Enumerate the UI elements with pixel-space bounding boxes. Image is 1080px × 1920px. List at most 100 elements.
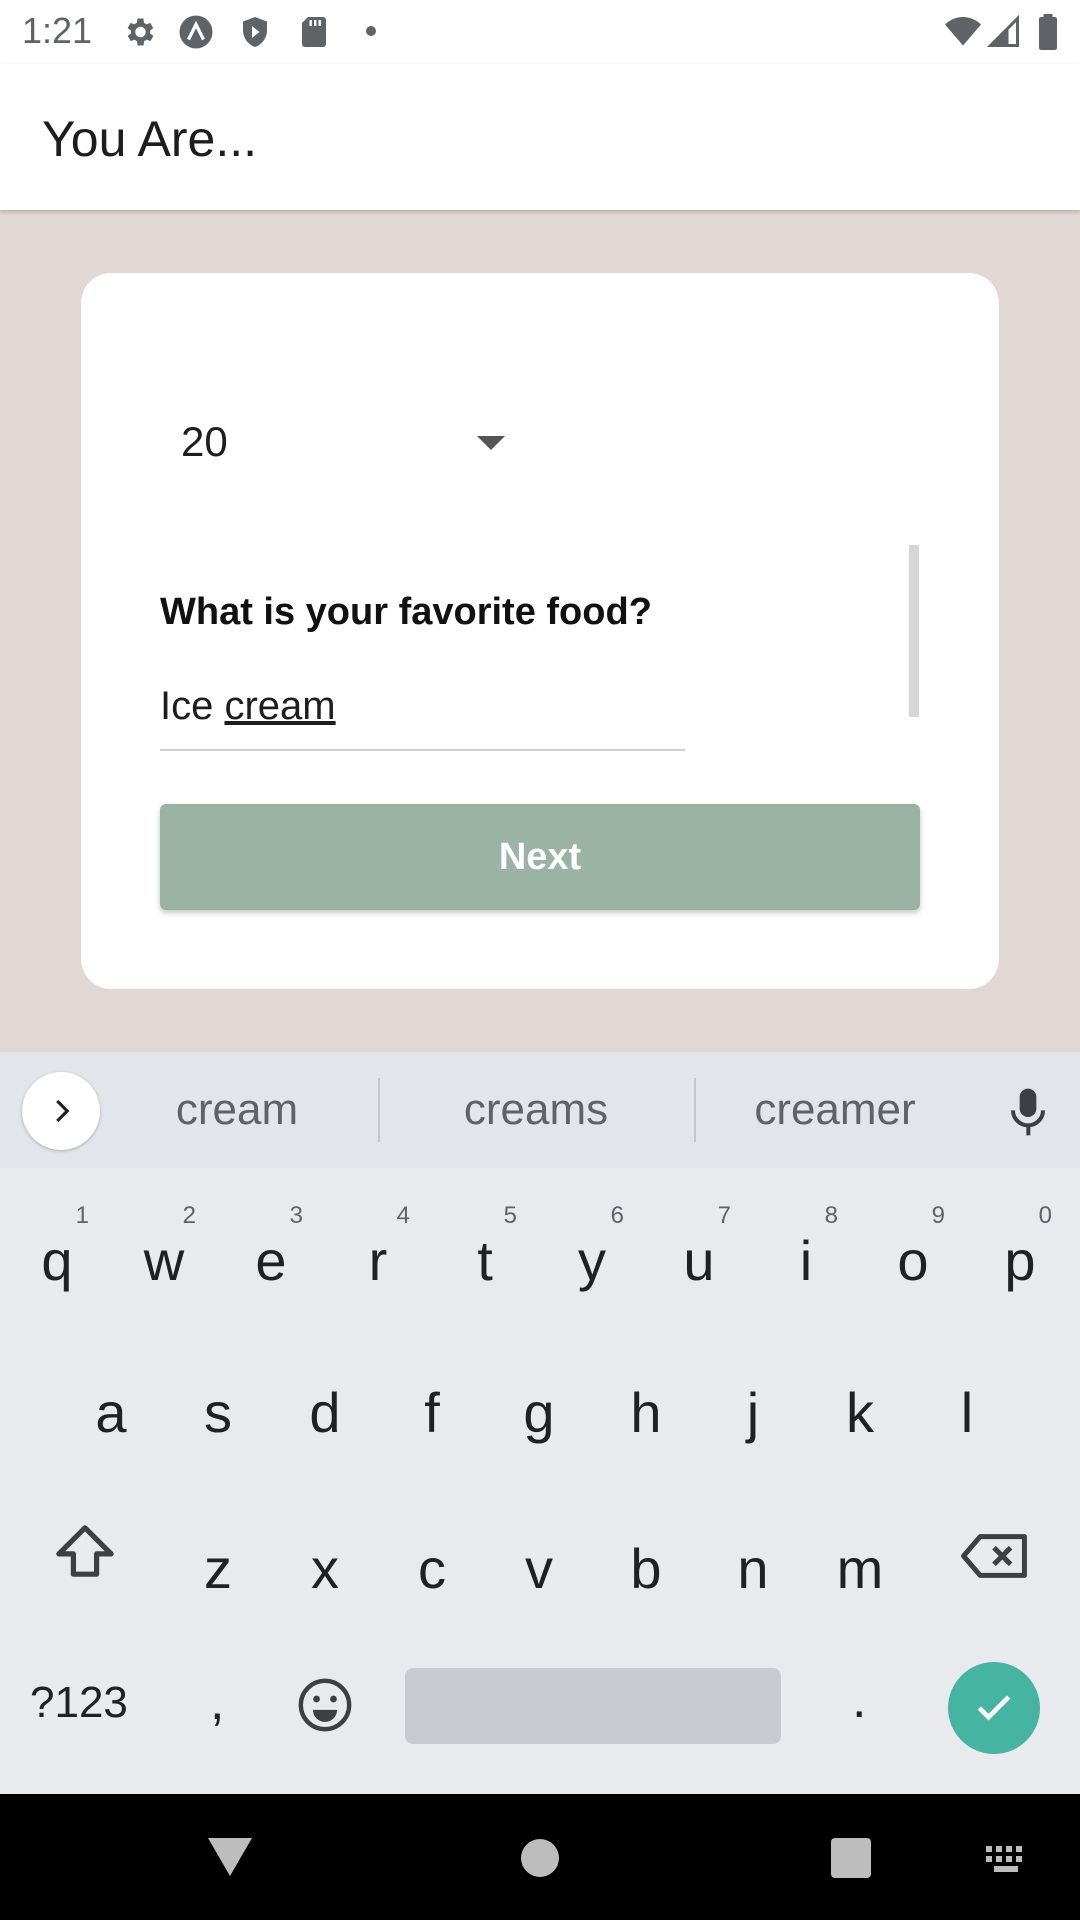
back-icon[interactable] xyxy=(208,1838,252,1876)
key-x[interactable]: x xyxy=(275,1500,375,1620)
suggestion-1[interactable]: cream xyxy=(122,1085,352,1135)
key-k[interactable]: k xyxy=(810,1344,910,1464)
key-o[interactable]: 9o xyxy=(863,1192,963,1312)
suggestion-2[interactable]: creams xyxy=(421,1085,651,1135)
key-number-hint: 0 xyxy=(1038,1202,1052,1229)
key-letter: s xyxy=(204,1381,232,1444)
question-card: 20 What is your favorite food? Ice cream… xyxy=(81,273,999,989)
comma-key[interactable]: , xyxy=(210,1672,224,1732)
mic-icon[interactable] xyxy=(1008,1086,1048,1138)
shield-play-icon xyxy=(243,17,267,47)
key-letter: i xyxy=(799,1229,813,1292)
key-letter: u xyxy=(683,1229,715,1292)
key-letter: m xyxy=(836,1537,884,1600)
favorite-food-input[interactable]: Ice cream xyxy=(160,680,685,751)
key-letter: k xyxy=(846,1381,874,1444)
key-i[interactable]: 8i xyxy=(756,1192,856,1312)
suggestion-strip: cream creams creamer xyxy=(0,1052,1080,1168)
home-icon[interactable] xyxy=(521,1839,559,1877)
key-f[interactable]: f xyxy=(382,1344,482,1464)
key-letter: n xyxy=(737,1537,769,1600)
check-icon xyxy=(977,1695,1011,1721)
key-n[interactable]: n xyxy=(703,1500,803,1620)
expand-toolbar-button[interactable] xyxy=(22,1072,100,1150)
suggestion-divider xyxy=(378,1078,380,1142)
shift-key[interactable] xyxy=(50,1522,120,1580)
age-dropdown-value: 20 xyxy=(181,418,228,465)
key-letter: g xyxy=(523,1381,555,1444)
scrollbar[interactable] xyxy=(909,545,919,717)
key-w[interactable]: 2w xyxy=(114,1192,214,1312)
emoji-icon[interactable] xyxy=(296,1676,354,1734)
chevron-down-icon[interactable] xyxy=(477,436,505,450)
key-letter: q xyxy=(41,1229,73,1292)
suggestion-divider xyxy=(694,1078,696,1142)
key-b[interactable]: b xyxy=(596,1500,696,1620)
key-s[interactable]: s xyxy=(168,1344,268,1464)
navigation-bar xyxy=(0,1794,1080,1920)
key-letter: r xyxy=(368,1229,388,1292)
key-number-hint: 2 xyxy=(182,1202,196,1229)
done-key[interactable] xyxy=(948,1662,1040,1754)
period-key[interactable]: . xyxy=(852,1670,866,1730)
wifi-icon xyxy=(945,17,981,46)
key-number-hint: 7 xyxy=(717,1202,731,1229)
key-number-hint: 9 xyxy=(931,1202,945,1229)
suggestion-3[interactable]: creamer xyxy=(720,1085,950,1135)
keyboard-switch-icon[interactable] xyxy=(986,1846,1030,1874)
key-u[interactable]: 7u xyxy=(649,1192,749,1312)
app-bar: You Are... xyxy=(0,64,1080,210)
key-p[interactable]: 0p xyxy=(970,1192,1070,1312)
key-letter: p xyxy=(1004,1229,1036,1292)
key-m[interactable]: m xyxy=(810,1500,910,1620)
key-letter: v xyxy=(525,1537,553,1600)
dot-icon xyxy=(366,26,376,36)
sd-card-icon xyxy=(302,17,326,47)
age-dropdown[interactable]: 20 xyxy=(181,398,521,478)
key-letter: f xyxy=(424,1381,440,1444)
key-letter: a xyxy=(95,1381,127,1444)
key-letter: h xyxy=(630,1381,662,1444)
key-letter: c xyxy=(418,1537,446,1600)
key-r[interactable]: 4r xyxy=(328,1192,428,1312)
key-letter: e xyxy=(255,1229,287,1292)
space-bar[interactable] xyxy=(405,1668,781,1744)
key-letter: w xyxy=(143,1229,185,1292)
app-a-icon xyxy=(179,15,213,49)
key-letter: b xyxy=(630,1537,662,1600)
status-bar: 1:21 xyxy=(0,0,1080,64)
recents-icon[interactable] xyxy=(831,1838,871,1878)
key-j[interactable]: j xyxy=(703,1344,803,1464)
key-letter: x xyxy=(311,1537,339,1600)
question-label: What is your favorite food? xyxy=(160,591,652,633)
key-letter: l xyxy=(960,1381,974,1444)
key-letter: z xyxy=(204,1537,232,1600)
key-letter: y xyxy=(578,1229,606,1292)
gear-icon xyxy=(127,18,154,46)
key-a[interactable]: a xyxy=(61,1344,161,1464)
key-d[interactable]: d xyxy=(275,1344,375,1464)
key-g[interactable]: g xyxy=(489,1344,589,1464)
symbols-key[interactable]: ?123 xyxy=(30,1678,128,1728)
key-c[interactable]: c xyxy=(382,1500,482,1620)
key-t[interactable]: 5t xyxy=(435,1192,535,1312)
status-time: 1:21 xyxy=(22,10,93,51)
key-e[interactable]: 3e xyxy=(221,1192,321,1312)
key-number-hint: 1 xyxy=(75,1202,89,1229)
chevron-right-icon xyxy=(56,1099,70,1123)
key-l[interactable]: l xyxy=(917,1344,1017,1464)
soft-keyboard: cream creams creamer 1q2w3e4r5t6y7u8i9o0… xyxy=(0,1052,1080,1794)
key-z[interactable]: z xyxy=(168,1500,268,1620)
key-y[interactable]: 6y xyxy=(542,1192,642,1312)
composing-word: cream xyxy=(224,684,336,728)
signal-icon xyxy=(986,14,1019,47)
key-h[interactable]: h xyxy=(596,1344,696,1464)
key-q[interactable]: 1q xyxy=(7,1192,107,1312)
key-number-hint: 6 xyxy=(610,1202,624,1229)
favorite-food-value: Ice cream xyxy=(160,684,336,728)
key-v[interactable]: v xyxy=(489,1500,589,1620)
key-letter: j xyxy=(746,1381,760,1444)
next-button[interactable]: Next xyxy=(160,804,920,910)
key-letter: o xyxy=(897,1229,929,1292)
backspace-key[interactable] xyxy=(958,1530,1030,1582)
